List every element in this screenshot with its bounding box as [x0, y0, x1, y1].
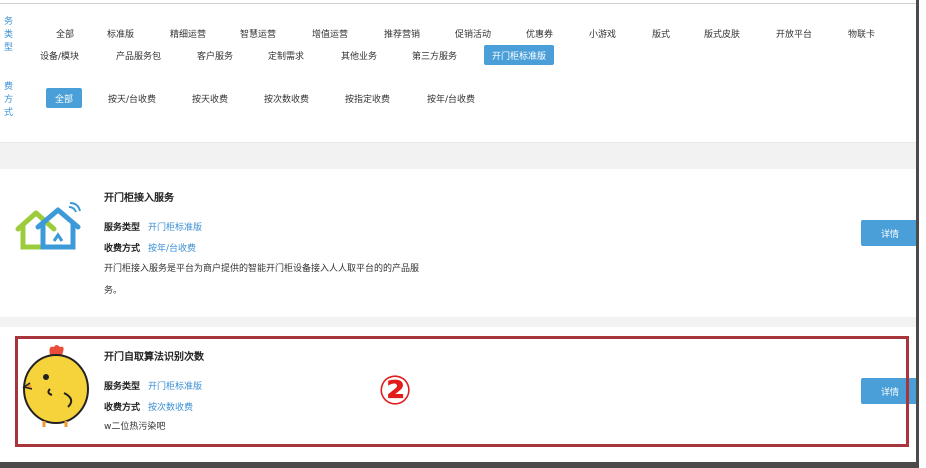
fee-chip-per-day[interactable]: 按天收费 — [186, 89, 234, 107]
fee-method-meta: 收费方式 按年/台收费 — [104, 241, 196, 254]
type-chip-device[interactable]: 设备/模块 — [34, 46, 85, 64]
type-chip-all[interactable]: 全部 — [50, 24, 80, 42]
service-type-label: 务类型 — [4, 16, 14, 53]
type-chip-coupon[interactable]: 优惠券 — [520, 24, 559, 42]
filter-panel: 务类型 全部 标准版 精细运营 智慧运营 增值运营 推荐营销 促销活动 优惠券 … — [0, 5, 916, 143]
type-chip-minigame[interactable]: 小游戏 — [583, 24, 622, 42]
type-chip-layout[interactable]: 版式 — [646, 24, 676, 42]
card-description: 开门柜接入服务是平台为商户提供的智能开门柜设备接入人人取平台的的产品服务。 — [104, 264, 420, 296]
fee-chip-per-day-device[interactable]: 按天/台收费 — [102, 89, 162, 107]
fee-chip-per-year-device[interactable]: 按年/台收费 — [421, 89, 481, 107]
right-border — [916, 0, 919, 468]
type-chip-product-package[interactable]: 产品服务包 — [110, 46, 167, 64]
annotation-number: ② — [378, 368, 412, 414]
type-chip-standard[interactable]: 标准版 — [101, 24, 140, 42]
service-type-key: 服务类型 — [104, 223, 141, 233]
type-chip-recommend[interactable]: 推荐营销 — [378, 24, 426, 42]
service-type-value[interactable]: 开门柜标准版 — [148, 223, 202, 233]
service-card: 开门柜接入服务 服务类型 开门柜标准版 收费方式 按年/台收费 开门柜接入服务是平台… — [0, 169, 919, 317]
type-chip-open-platform[interactable]: 开放平台 — [770, 24, 818, 42]
type-chip-door-cabinet[interactable]: 开门柜标准版 — [484, 45, 555, 65]
section-divider — [0, 143, 916, 169]
fee-chip-per-count[interactable]: 按次数收费 — [258, 89, 315, 107]
type-chip-customer-service[interactable]: 客户服务 — [191, 46, 239, 64]
top-border — [0, 3, 919, 4]
smart-home-icon — [14, 201, 84, 257]
type-chip-custom[interactable]: 定制需求 — [262, 46, 310, 64]
fee-method-value[interactable]: 按年/台收费 — [148, 244, 196, 254]
fee-method-label: 费方式 — [4, 81, 14, 118]
type-chip-layout-skin[interactable]: 版式皮肤 — [698, 24, 746, 42]
type-chip-smart-ops[interactable]: 智慧运营 — [234, 24, 282, 42]
fee-method-key: 收费方式 — [104, 244, 141, 254]
fee-chip-specified[interactable]: 按指定收费 — [339, 89, 396, 107]
type-chip-other[interactable]: 其他业务 — [335, 46, 383, 64]
bottom-border — [0, 462, 919, 468]
type-chip-fine-ops[interactable]: 精细运营 — [164, 24, 212, 42]
service-type-meta: 服务类型 开门柜标准版 — [104, 220, 202, 233]
type-chip-iot-card[interactable]: 物联卡 — [842, 24, 881, 42]
type-chip-promo[interactable]: 促销活动 — [449, 24, 497, 42]
detail-button[interactable]: 详情 — [861, 220, 919, 246]
highlight-box — [15, 336, 909, 447]
type-chip-third-party[interactable]: 第三方服务 — [406, 46, 463, 64]
fee-chip-all[interactable]: 全部 — [46, 88, 83, 108]
page-frame: 务类型 全部 标准版 精细运营 智慧运营 增值运营 推荐营销 促销活动 优惠券 … — [0, 0, 926, 468]
card-divider — [0, 317, 916, 327]
type-chip-value-ops[interactable]: 增值运营 — [306, 24, 354, 42]
card-title: 开门柜接入服务 — [104, 193, 174, 204]
